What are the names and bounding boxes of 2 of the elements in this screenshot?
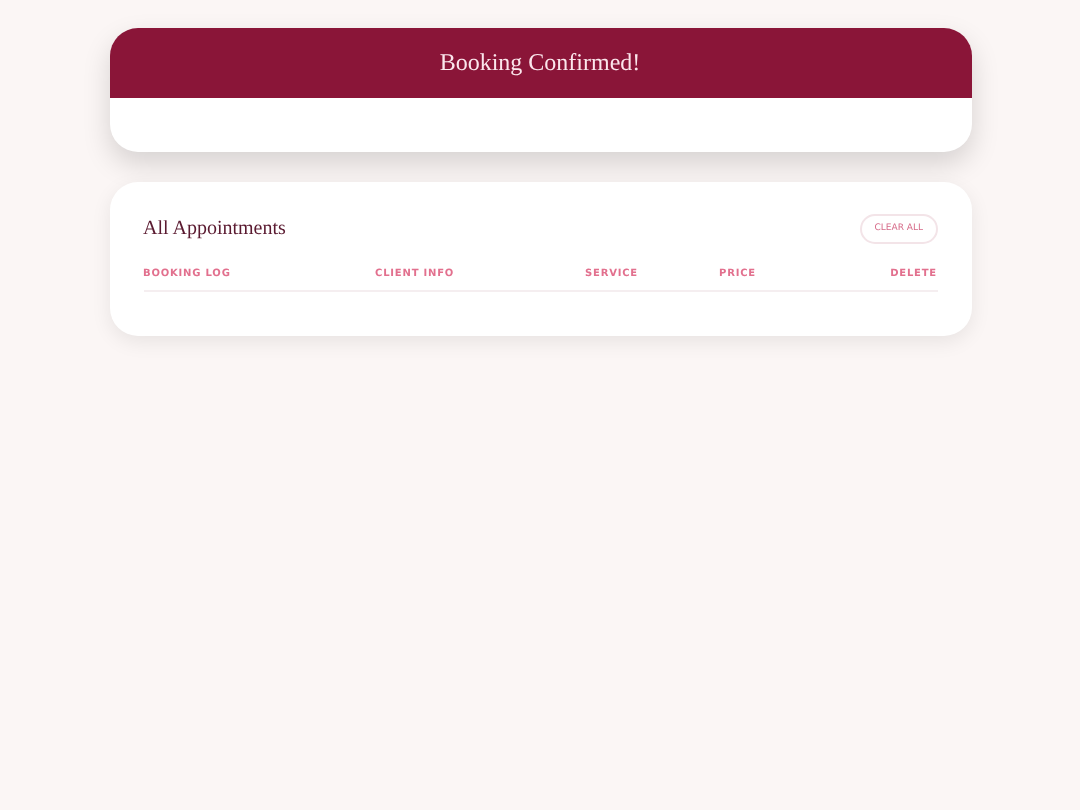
appointments-title: All Appointments — [143, 218, 286, 240]
confirmation-title: Booking Confirmed! — [439, 48, 641, 78]
